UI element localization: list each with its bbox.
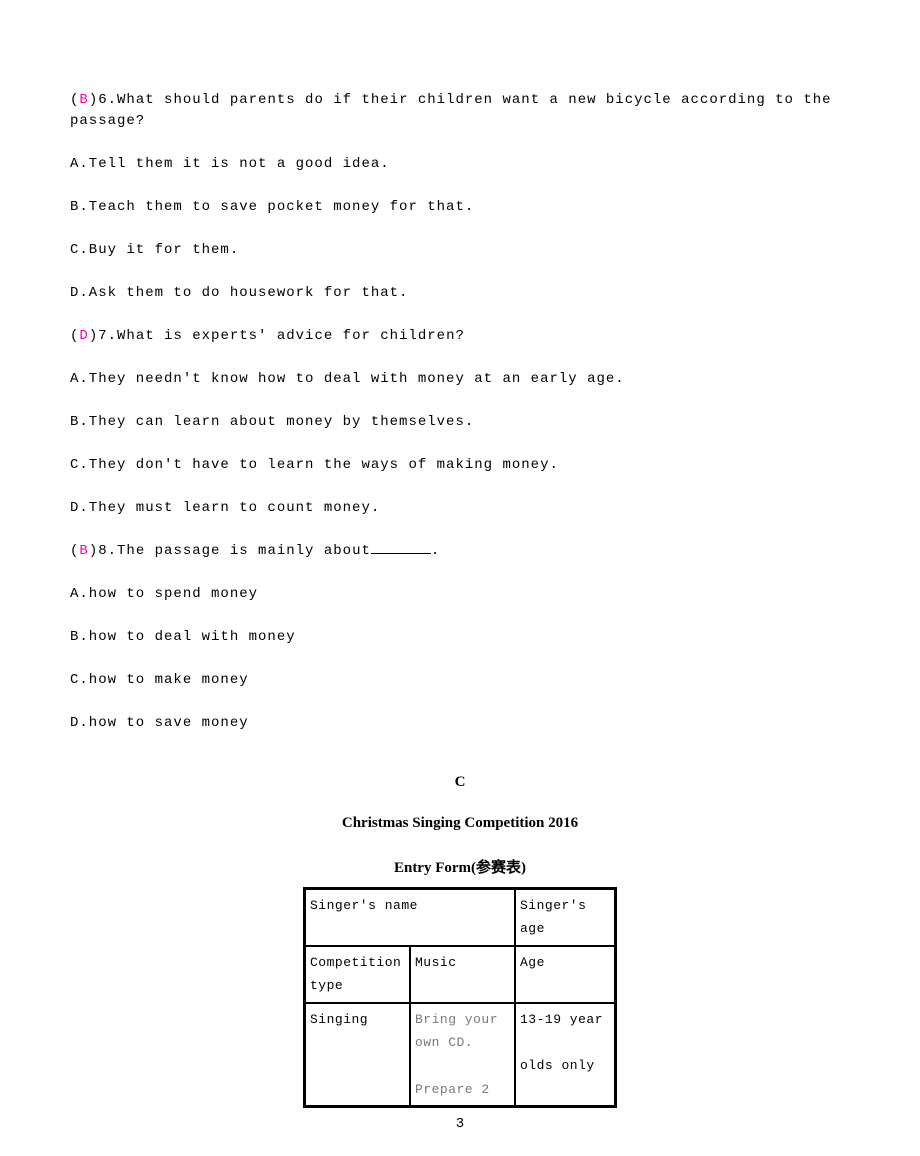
q6-answer: B [79,92,88,108]
q7-option-a: A.They needn't know how to deal with mon… [70,369,850,390]
cell-age-range-line2: olds only [520,1058,595,1073]
q8-text-after: . [431,543,440,559]
table-row: Singer's name Singer's age [305,889,616,946]
q6-option-d: D.Ask them to do housework for that. [70,283,850,304]
cell-comp-type: Competition type [305,946,411,1003]
q7-option-d: D.They must learn to count money. [70,498,850,519]
q7-number: 7. [98,328,117,344]
page-number: 3 [0,1116,920,1132]
q6-option-a: A.Tell them it is not a good idea. [70,154,850,175]
q8-number: 8. [98,543,117,559]
q8-option-a: A.how to spend money [70,584,850,605]
cell-age: Age [515,946,616,1003]
cell-singer-age: Singer's age [515,889,616,946]
cell-bring-cd: Bring your own CD. Prepare 2 [410,1003,515,1107]
q8-option-d: D.how to save money [70,713,850,734]
cell-bring-cd-line2: Prepare 2 [415,1082,490,1097]
section-subtitle: Entry Form(参赛表) [70,856,850,877]
cell-bring-cd-line1: Bring your own CD. [415,1012,498,1050]
q6-option-c: C.Buy it for them. [70,240,850,261]
section-c-block: C Christmas Singing Competition 2016 Ent… [70,774,850,1108]
cell-music: Music [410,946,515,1003]
q6-text: What should parents do if their children… [70,92,832,129]
cell-singer-name: Singer's name [305,889,516,946]
q7-option-c: C.They don't have to learn the ways of m… [70,455,850,476]
table-row: Singing Bring your own CD. Prepare 2 13-… [305,1003,616,1107]
cell-age-range-line1: 13-19 year [520,1012,603,1027]
q7-answer: D [79,328,88,344]
q8-answer: B [79,543,88,559]
q8-blank [371,553,431,554]
q7-text: What is experts' advice for children? [117,328,465,344]
section-title: Christmas Singing Competition 2016 [70,815,850,832]
question-8: (B)8.The passage is mainly about. [70,541,850,562]
q8-option-c: C.how to make money [70,670,850,691]
table-row: Competition type Music Age [305,946,616,1003]
section-letter: C [70,774,850,791]
q7-option-b: B.They can learn about money by themselv… [70,412,850,433]
q6-option-b: B.Teach them to save pocket money for th… [70,197,850,218]
question-7: (D)7.What is experts' advice for childre… [70,326,850,347]
cell-age-range: 13-19 year olds only [515,1003,616,1107]
entry-form-table: Singer's name Singer's age Competition t… [303,887,617,1108]
cell-singing: Singing [305,1003,411,1107]
q8-option-b: B.how to deal with money [70,627,850,648]
q8-text-before: The passage is mainly about [117,543,371,559]
q6-number: 6. [98,92,117,108]
question-6: (B)6.What should parents do if their chi… [70,90,850,132]
